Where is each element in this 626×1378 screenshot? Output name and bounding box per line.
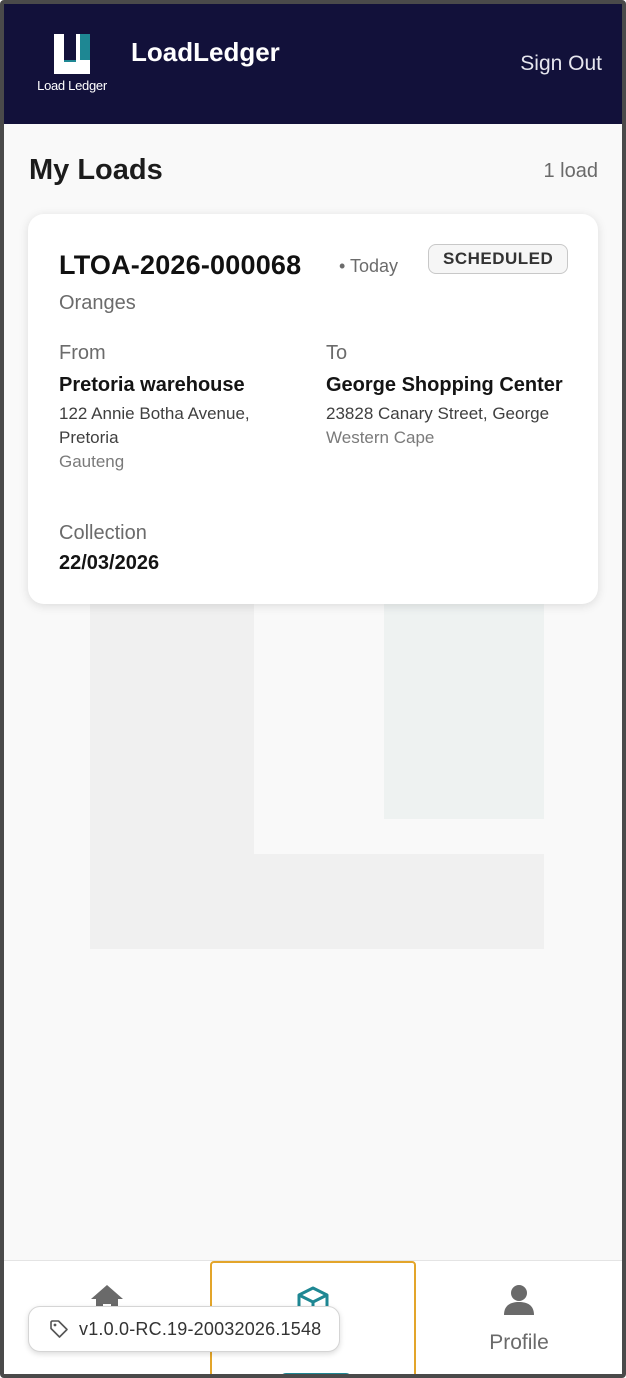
origin-province: Gauteng	[59, 452, 125, 471]
collection-date: 22/03/2026	[59, 552, 160, 574]
logo-mark-icon	[54, 34, 90, 74]
app-logo: Load Ledger	[32, 32, 112, 96]
origin-section: From Pretoria warehouse 122 Annie Botha …	[59, 340, 299, 474]
origin-address: 122 Annie Botha Avenue, Pretoria	[59, 404, 250, 447]
main-content: My Loads 1 load LTOA-2026-000068 • Today…	[4, 124, 622, 1260]
collection-label: Collection	[59, 522, 147, 544]
load-product: Oranges	[59, 292, 136, 314]
version-label: v1.0.0-RC.19-20032026.1548	[79, 1318, 322, 1339]
sign-out-button[interactable]: Sign Out	[520, 52, 602, 76]
person-icon	[504, 1285, 534, 1315]
logo-text: Load Ledger	[37, 78, 107, 93]
origin-name: Pretoria warehouse	[59, 374, 245, 396]
active-tab-indicator	[280, 1373, 352, 1374]
tag-icon	[50, 1320, 68, 1338]
logo-watermark	[90, 604, 544, 949]
app-title: LoadLedger	[131, 37, 280, 67]
version-badge: v1.0.0-RC.19-20032026.1548	[28, 1306, 341, 1352]
page-title: My Loads	[29, 154, 163, 186]
app-frame: Load Ledger LoadLedger Sign Out My Loads…	[0, 0, 626, 1378]
destination-name: George Shopping Center	[326, 374, 563, 396]
load-count: 1 load	[543, 160, 599, 182]
top-header: Load Ledger LoadLedger Sign Out	[4, 4, 622, 124]
load-card[interactable]: LTOA-2026-000068 • Today SCHEDULED Orang…	[28, 214, 598, 604]
destination-section: To George Shopping Center 23828 Canary S…	[326, 340, 566, 450]
collection-section: Collection 22/03/2026	[59, 520, 159, 575]
load-date-relative: • Today	[339, 256, 399, 276]
destination-province: Western Cape	[326, 428, 435, 447]
nav-label-profile: Profile	[489, 1331, 549, 1354]
load-id: LTOA-2026-000068	[59, 250, 302, 280]
status-badge: SCHEDULED	[428, 244, 569, 274]
to-label: To	[326, 342, 348, 364]
nav-item-profile[interactable]: Profile	[416, 1261, 622, 1374]
from-label: From	[59, 342, 106, 364]
destination-address: 23828 Canary Street, George	[326, 404, 550, 423]
